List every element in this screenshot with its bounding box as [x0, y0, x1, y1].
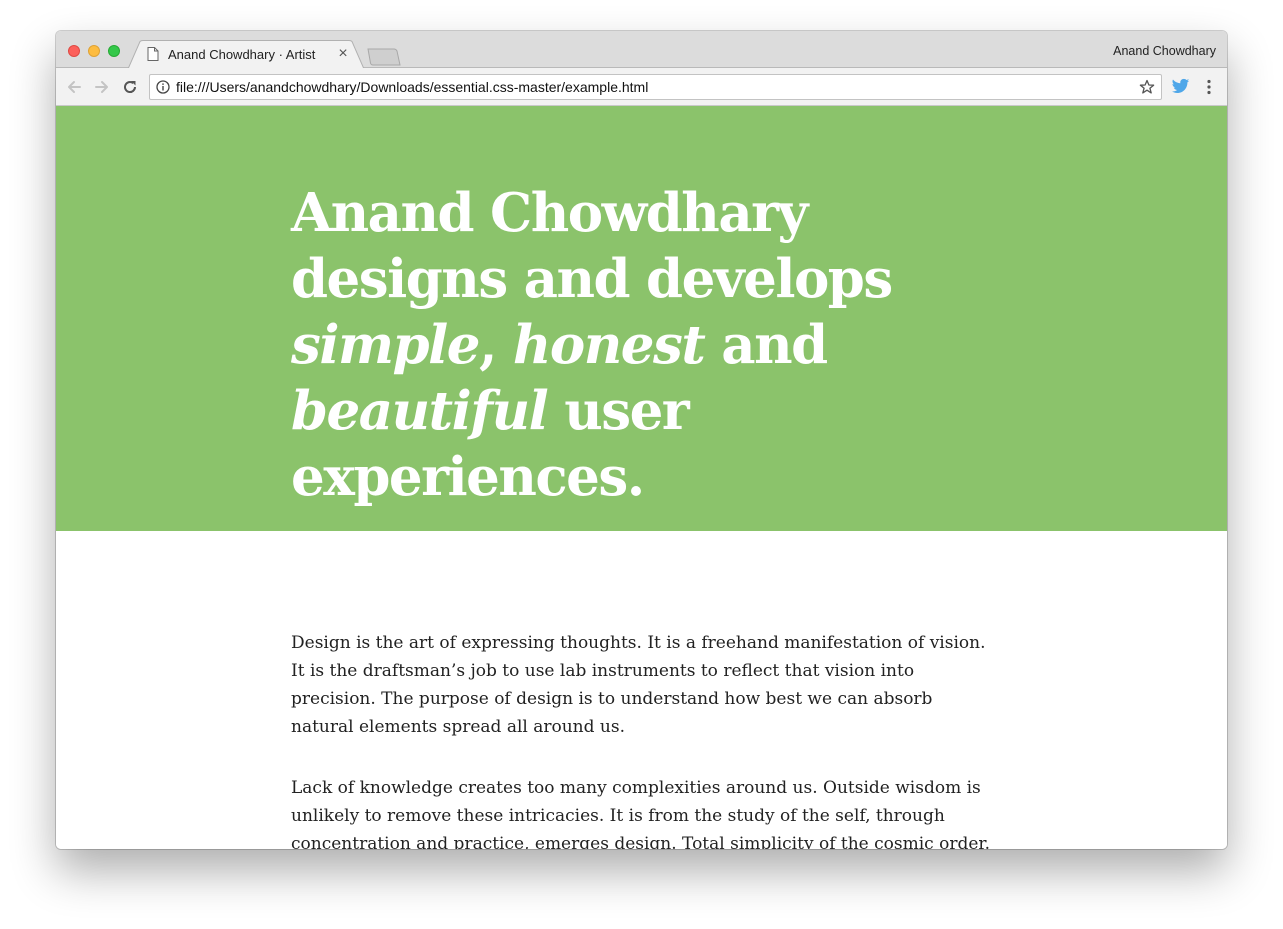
new-tab-button[interactable]	[366, 47, 402, 67]
document-icon	[147, 47, 159, 61]
body-content: Design is the art of expressing thoughts…	[291, 629, 991, 849]
hero-text-2: ,	[478, 314, 513, 376]
hero-emphasis-simple: simple	[291, 314, 480, 376]
browser-toolbar: file:///Users/anandchowdhary/Downloads/e…	[56, 68, 1227, 106]
address-bar[interactable]: file:///Users/anandchowdhary/Downloads/e…	[149, 74, 1162, 100]
profile-name-button[interactable]: Anand Chowdhary	[1113, 44, 1216, 58]
url-text[interactable]: file:///Users/anandchowdhary/Downloads/e…	[176, 79, 1139, 95]
twitter-icon[interactable]	[1171, 78, 1190, 95]
hero-section: Anand Chowdhary designs and develops sim…	[56, 106, 1227, 531]
tab-content: Anand Chowdhary · Artist ×	[144, 40, 350, 68]
minimize-window-icon[interactable]	[88, 45, 100, 57]
close-window-icon[interactable]	[68, 45, 80, 57]
browser-window: Anand Chowdhary · Artist × Anand Chowdha…	[56, 31, 1227, 849]
page-viewport: Anand Chowdhary designs and develops sim…	[56, 106, 1227, 849]
back-arrow-icon[interactable]	[65, 78, 83, 96]
hero-text-1: Anand Chowdhary designs and develops	[291, 182, 893, 310]
hero-heading: Anand Chowdhary designs and develops sim…	[291, 180, 1011, 510]
reload-icon[interactable]	[121, 78, 139, 96]
forward-arrow-icon[interactable]	[93, 78, 111, 96]
star-icon[interactable]	[1139, 79, 1155, 95]
hero-text-3: and	[704, 314, 828, 376]
tab-title: Anand Chowdhary · Artist	[168, 46, 316, 62]
hero-emphasis-beautiful: beautiful	[291, 380, 549, 442]
paragraph-1: Design is the art of expressing thoughts…	[291, 633, 986, 737]
paragraph-2: Lack of knowledge creates too many compl…	[291, 778, 991, 849]
tab-strip: Anand Chowdhary · Artist × Anand Chowdha…	[56, 31, 1227, 69]
hero-emphasis-honest: honest	[512, 314, 706, 376]
info-icon[interactable]	[156, 80, 170, 94]
menu-icon[interactable]	[1200, 78, 1218, 96]
zoom-window-icon[interactable]	[108, 45, 120, 57]
close-tab-icon[interactable]: ×	[336, 46, 350, 62]
